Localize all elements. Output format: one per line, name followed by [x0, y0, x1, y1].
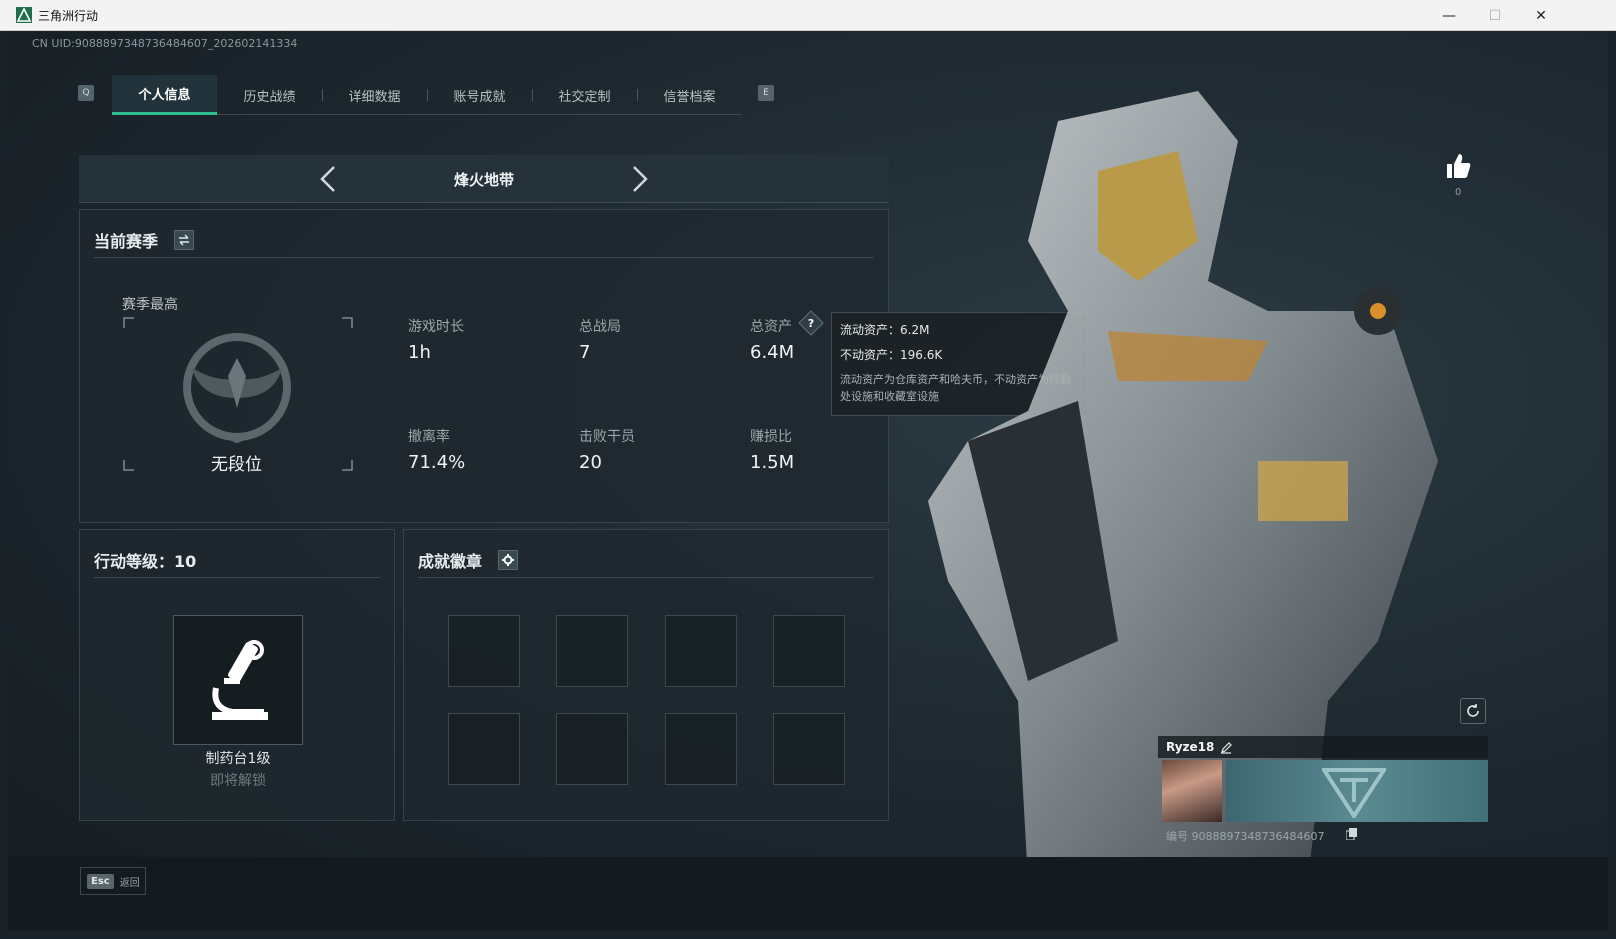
like-count: 0 [1455, 187, 1462, 198]
copy-icon[interactable] [1346, 828, 1357, 840]
player-name: Ryze18 [1166, 740, 1215, 754]
delta-emblem-icon [1322, 768, 1386, 818]
level-title: 行动等级：10 [94, 552, 197, 571]
stat-label-extract-rate: 撤离率 [408, 429, 450, 445]
stat-label-matches: 总战局 [579, 319, 621, 335]
divider [94, 257, 874, 258]
stat-value-profit-ratio: 1.5M [750, 452, 795, 473]
stat-value-playtime: 1h [408, 342, 431, 363]
close-button[interactable]: ✕ [1518, 0, 1564, 31]
stat-label-kills: 击败干员 [579, 429, 635, 445]
maximize-button[interactable]: ☐ [1472, 0, 1518, 31]
level-panel: 行动等级：10 制药台1级 即将解锁 [79, 529, 395, 821]
season-best-label: 赛季最高 [122, 297, 178, 313]
mode-title: 烽火地带 [453, 171, 514, 189]
unlock-item-status: 即将解锁 [210, 773, 266, 789]
divider [94, 577, 380, 578]
thumbs-up-icon[interactable] [1443, 151, 1473, 181]
uid-text: CN UID:9088897348736484607_202602141334 [32, 37, 298, 50]
unlock-item-card[interactable] [173, 615, 303, 745]
season-title: 当前赛季 [94, 232, 159, 251]
edit-pencil-icon[interactable] [1220, 742, 1232, 754]
tab-bar: 个人信息 历史战绩 详细数据 账号成就 社交定制 信誉档案 [112, 75, 742, 115]
mode-selector: 烽火地带 [79, 155, 889, 203]
stat-label-assets: 总资产 [750, 319, 792, 335]
badges-title: 成就徽章 [418, 552, 483, 571]
badge-slot[interactable] [556, 713, 628, 785]
rank-emblem-icon [183, 333, 291, 444]
tab-next-key[interactable]: E [758, 85, 774, 101]
stat-label-playtime: 游戏时长 [408, 319, 464, 335]
badge-slot[interactable] [773, 713, 845, 785]
player-card[interactable]: Ryze18 编号 9088897348736484607 [1158, 736, 1488, 843]
card-banner [1226, 760, 1488, 822]
tab-achievements[interactable]: 账号成就 [427, 75, 532, 115]
season-panel: 当前赛季 赛季最高 无段位 游戏时长 1h 总战局 7 总资产 6.4M ? 撤… [79, 209, 889, 523]
stat-value-assets: 6.4M [750, 342, 795, 363]
tab-detailed-data[interactable]: 详细数据 [322, 75, 427, 115]
title-bar: 三角洲行动 — ☐ ✕ [0, 0, 1616, 31]
badges-panel: 成就徽章 [403, 529, 889, 821]
badge-slot[interactable] [665, 713, 737, 785]
settings-gear-icon[interactable] [498, 550, 518, 570]
unlock-item-name: 制药台1级 [205, 751, 271, 767]
stat-value-matches: 7 [579, 342, 591, 363]
tab-personal-info[interactable]: 个人信息 [112, 75, 217, 115]
microscope-icon [212, 640, 268, 720]
rank-name: 无段位 [211, 455, 262, 475]
swap-icon[interactable] [174, 230, 194, 250]
help-icon[interactable]: ? [802, 314, 820, 332]
badge-slot[interactable] [665, 615, 737, 687]
stat-value-extract-rate: 71.4% [408, 452, 466, 473]
tab-match-history[interactable]: 历史战绩 [217, 75, 322, 115]
back-button[interactable]: Esc 返回 [80, 867, 146, 895]
stat-label-profit-ratio: 赚损比 [750, 429, 792, 445]
divider [418, 577, 874, 578]
bottom-bar [8, 857, 1608, 931]
chevron-right-icon[interactable] [624, 163, 654, 195]
app-logo-icon [16, 7, 32, 23]
esc-key: Esc [87, 873, 114, 889]
refresh-icon[interactable] [1460, 698, 1486, 724]
game-window: 三角洲行动 — ☐ ✕ CN UID:9088897348736484607_2… [0, 0, 1616, 939]
tab-social[interactable]: 社交定制 [532, 75, 637, 115]
game-viewport: CN UID:9088897348736484607_202602141334 … [8, 31, 1608, 931]
tab-credit[interactable]: 信誉档案 [637, 75, 742, 115]
window-title: 三角洲行动 [38, 9, 99, 23]
back-label: 返回 [119, 877, 140, 889]
stat-value-kills: 20 [579, 452, 602, 473]
badge-slot[interactable] [556, 615, 628, 687]
minimize-button[interactable]: — [1426, 0, 1472, 31]
player-id: 编号 9088897348736484607 [1166, 830, 1325, 843]
tab-prev-key[interactable]: Q [78, 85, 94, 101]
badge-slot[interactable] [773, 615, 845, 687]
badge-slot[interactable] [448, 615, 520, 687]
avatar [1162, 760, 1222, 822]
badge-slot[interactable] [448, 713, 520, 785]
